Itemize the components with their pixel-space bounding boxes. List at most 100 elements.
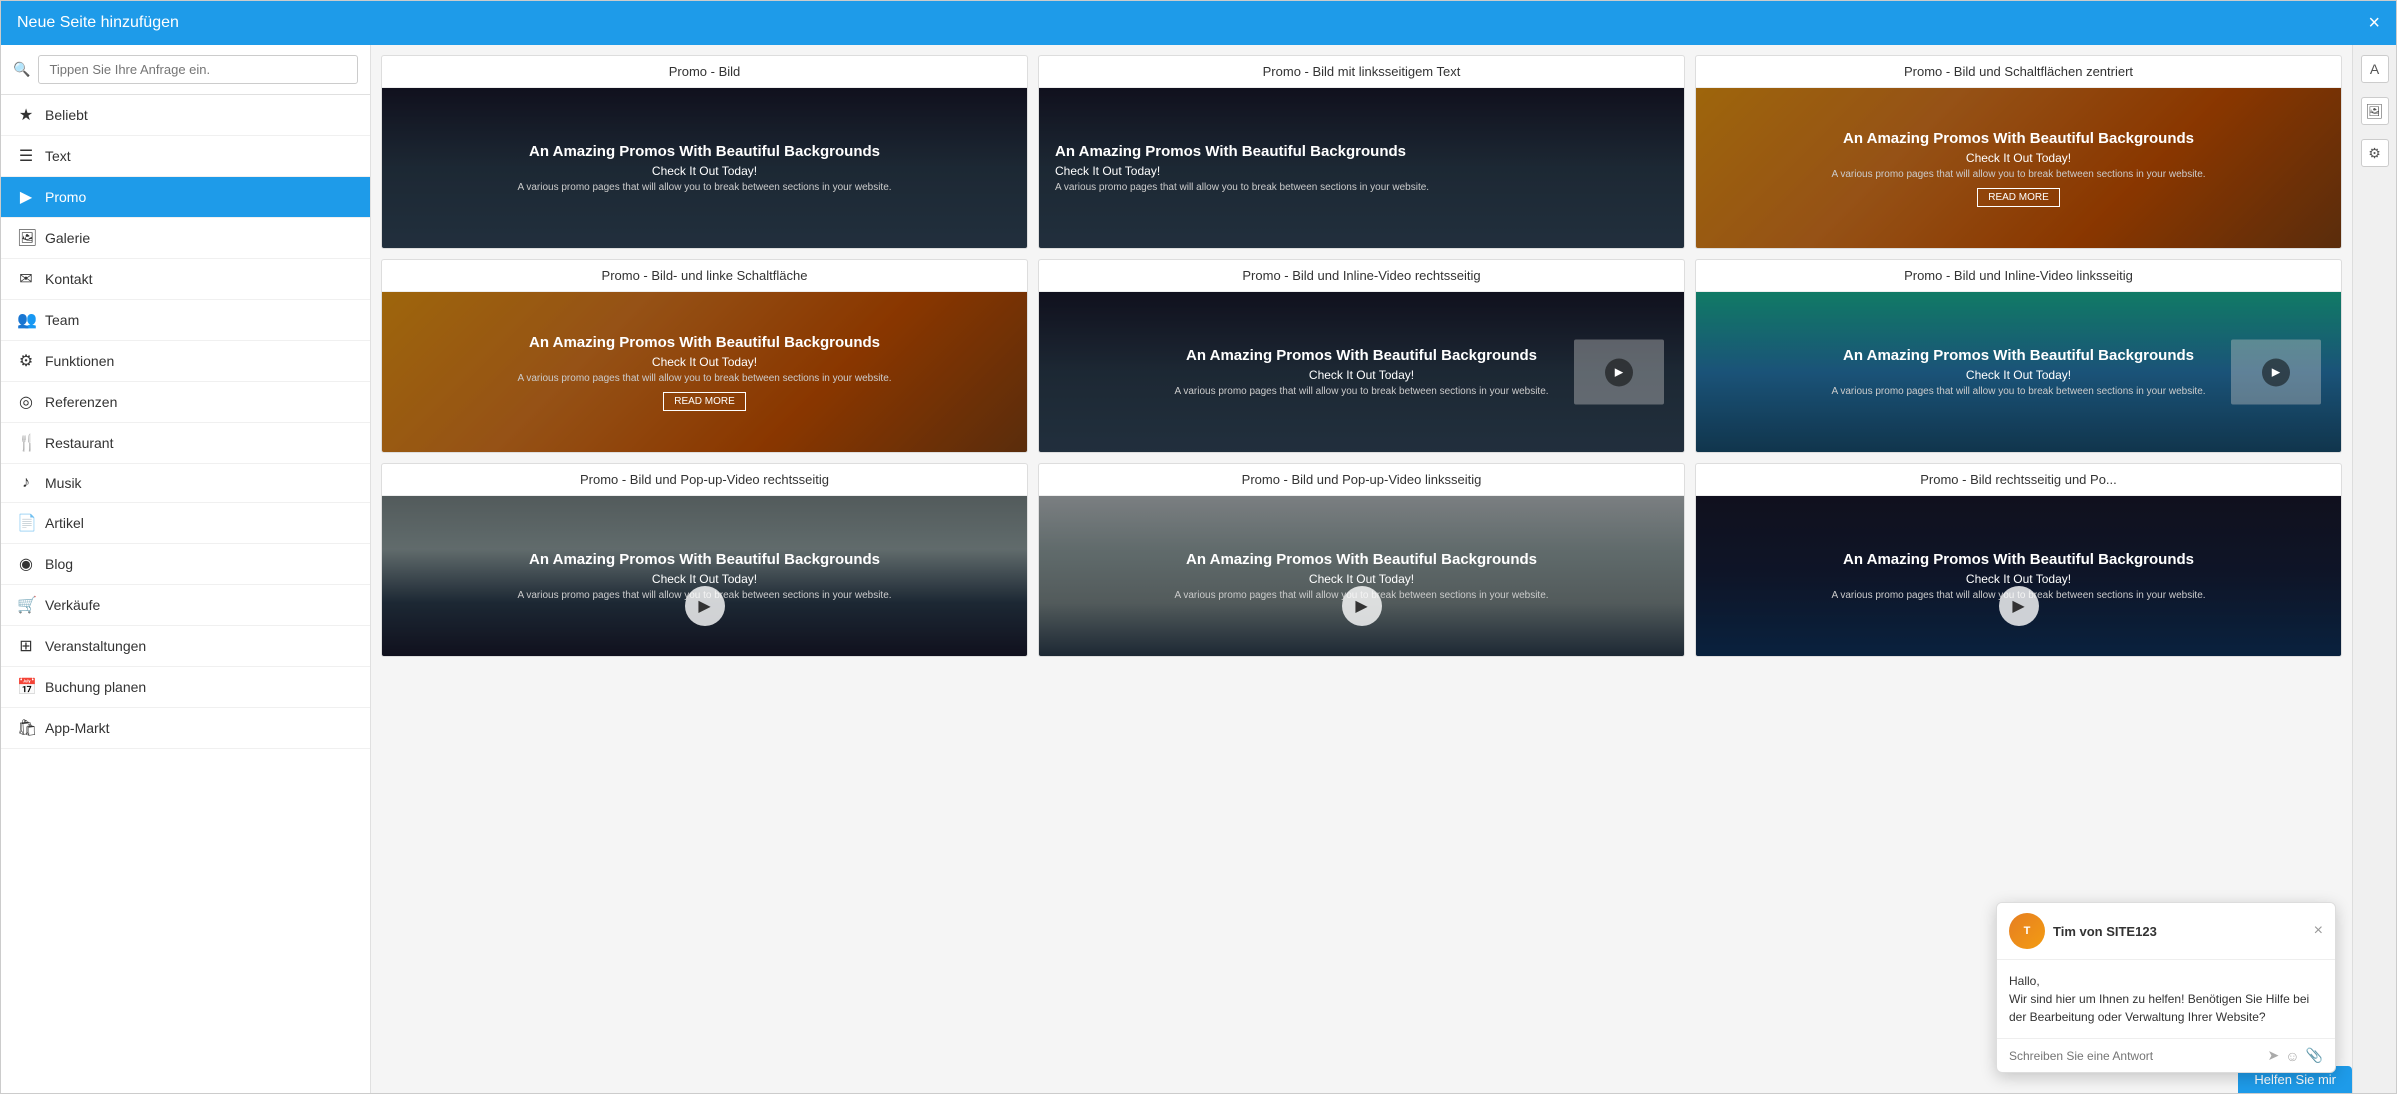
settings-icon[interactable]: ⚙ (2361, 139, 2389, 167)
card-promo-bild-schaltflaeche-links[interactable]: Promo - Bild- und linke Schaltfläche An … (381, 259, 1028, 453)
card-image: An Amazing Promos With Beautiful Backgro… (1039, 496, 1684, 656)
card-image: An Amazing Promos With Beautiful Backgro… (1696, 88, 2341, 248)
card-title: Promo - Bild und Pop-up-Video rechtsseit… (382, 464, 1027, 496)
card-overlay: An Amazing Promos With Beautiful Backgro… (1039, 88, 1684, 248)
card-promo-bild-rechts[interactable]: Promo - Bild rechtsseitig und Po... An A… (1695, 463, 2342, 657)
sidebar-item-galerie[interactable]: 🖼 Galerie (1, 218, 370, 259)
sidebar-item-funktionen[interactable]: ⚙ Funktionen (1, 341, 370, 382)
chat-close-button[interactable]: × (2314, 922, 2323, 940)
sidebar-item-promo[interactable]: ▶ Promo (1, 177, 370, 218)
card-promo-bild-video-links[interactable]: Promo - Bild und Inline-Video linksseiti… (1695, 259, 2342, 453)
sidebar-icon-text: ☰ (17, 146, 35, 166)
overlay-sub: Check It Out Today! (1966, 151, 2071, 165)
modal-header: Neue Seite hinzufügen × (1, 1, 2396, 45)
sidebar-item-blog[interactable]: ◉Blog (1, 544, 370, 585)
chat-input-area: ➤ ☺ 📎 (1997, 1038, 2335, 1072)
overlay-desc: A various promo pages that will allow yo… (1055, 182, 1429, 193)
sidebar-label-buchung: Buchung planen (45, 679, 146, 695)
sidebar-item-appmarkt[interactable]: 🛍 App-Markt (1, 708, 370, 749)
card-overlay-btn[interactable]: READ MORE (663, 392, 746, 411)
sidebar-label-artikel: Artikel (45, 515, 84, 531)
chat-popup: T Tim von SITE123 × Hallo,Wir sind hier … (1996, 902, 2336, 1073)
sidebar-label-referenzen: Referenzen (45, 394, 117, 410)
chat-input[interactable] (2009, 1049, 2262, 1063)
cards-grid: Promo - Bild An Amazing Promos With Beau… (381, 55, 2342, 657)
overlay-desc: A various promo pages that will allow yo… (517, 182, 891, 193)
card-overlay-btn[interactable]: READ MORE (1977, 188, 2060, 207)
sidebar-label-galerie: Galerie (45, 230, 90, 246)
card-image: An Amazing Promos With Beautiful Backgro… (382, 88, 1027, 248)
sidebar-label-appmarkt: App-Markt (45, 720, 110, 736)
modal: Neue Seite hinzufügen × 🔍 ★Beliebt☰Text▶… (0, 0, 2397, 1094)
chat-icon-buttons: ➤ ☺ 📎 (2268, 1047, 2323, 1064)
sidebar-item-restaurant[interactable]: 🍴Restaurant (1, 423, 370, 464)
card-promo-bild[interactable]: Promo - Bild An Amazing Promos With Beau… (381, 55, 1028, 249)
card-overlay: An Amazing Promos With Beautiful Backgro… (1696, 496, 2341, 656)
card-image: An Amazing Promos With Beautiful Backgro… (382, 292, 1027, 452)
sidebar-item-artikel[interactable]: 📄 Artikel (1, 503, 370, 544)
card-title: Promo - Bild- und linke Schaltfläche (382, 260, 1027, 292)
sidebar-label-promo: Promo (45, 189, 86, 205)
sidebar-item-team[interactable]: 👥Team (1, 300, 370, 341)
sidebar-icon-funktionen: ⚙ (17, 351, 35, 371)
sidebar-item-beliebt[interactable]: ★Beliebt (1, 95, 370, 136)
card-promo-bild-links[interactable]: Promo - Bild mit linksseitigem Text An A… (1038, 55, 1685, 249)
chat-attach-icon[interactable]: 📎 (2306, 1047, 2323, 1064)
sidebar-icon-beliebt: ★ (17, 105, 35, 125)
sidebar-item-text[interactable]: ☰Text (1, 136, 370, 177)
chat-send-icon[interactable]: ➤ (2268, 1047, 2280, 1064)
card-promo-bild-video-rechts[interactable]: Promo - Bild und Inline-Video rechtsseit… (1038, 259, 1685, 453)
overlay-sub: Check It Out Today! (1309, 368, 1414, 382)
card-image: An Amazing Promos With Beautiful Backgro… (1696, 292, 2341, 452)
sidebar-icon-musik: ♪ (17, 474, 35, 492)
card-title: Promo - Bild und Pop-up-Video linksseiti… (1039, 464, 1684, 496)
sidebar-label-verkaeufe: Verkäufe (45, 597, 100, 613)
card-image: An Amazing Promos With Beautiful Backgro… (382, 496, 1027, 656)
card-title: Promo - Bild und Inline-Video rechtsseit… (1039, 260, 1684, 292)
card-promo-bild-schaltflaechen[interactable]: Promo - Bild und Schaltflächen zentriert… (1695, 55, 2342, 249)
sidebar-label-restaurant: Restaurant (45, 435, 113, 451)
agent-avatar: T (2009, 913, 2045, 949)
card-promo-bild-popup-links[interactable]: Promo - Bild und Pop-up-Video linksseiti… (1038, 463, 1685, 657)
chat-message: Hallo,Wir sind hier um Ihnen zu helfen! … (1997, 960, 2335, 1038)
sidebar-items-list: ★Beliebt☰Text ▶ Promo 🖼 Galerie ✉ Kontakt 👥Team… (1, 95, 370, 1093)
chat-emoji-icon[interactable]: ☺ (2285, 1048, 2299, 1064)
chat-header: T Tim von SITE123 × (1997, 903, 2335, 960)
sidebar-item-musik[interactable]: ♪ Musik (1, 464, 370, 503)
sidebar-item-referenzen[interactable]: ◎Referenzen (1, 382, 370, 423)
sidebar-icon-team: 👥 (17, 310, 35, 330)
sidebar-item-kontakt[interactable]: ✉ Kontakt (1, 259, 370, 300)
sidebar-icon-blog: ◉ (17, 554, 35, 574)
sidebar-item-verkaeufe[interactable]: 🛒Verkäufe (1, 585, 370, 626)
card-title: Promo - Bild (382, 56, 1027, 88)
card-title: Promo - Bild und Inline-Video linksseiti… (1696, 260, 2341, 292)
card-promo-bild-popup-rechts[interactable]: Promo - Bild und Pop-up-Video rechtsseit… (381, 463, 1028, 657)
sidebar-label-kontakt: Kontakt (45, 271, 92, 287)
sidebar-icon-artikel: 📄 (17, 513, 35, 533)
search-input[interactable] (38, 55, 358, 84)
sidebar: 🔍 ★Beliebt☰Text ▶ Promo 🖼 Galerie ✉ Kontakt 👥Te… (1, 45, 371, 1093)
overlay-title: An Amazing Promos With Beautiful Backgro… (1186, 347, 1537, 364)
sidebar-icon-kontakt: ✉ (17, 269, 35, 289)
text-icon[interactable]: A (2361, 55, 2389, 83)
overlay-title: An Amazing Promos With Beautiful Backgro… (1843, 347, 2194, 364)
sidebar-label-musik: Musik (45, 475, 82, 491)
modal-close-button[interactable]: × (2368, 13, 2380, 33)
chat-text: Hallo,Wir sind hier um Ihnen zu helfen! … (2009, 972, 2323, 1026)
sidebar-icon-promo: ▶ (17, 187, 35, 207)
sidebar-item-buchung[interactable]: 📅Buchung planen (1, 667, 370, 708)
card-overlay: An Amazing Promos With Beautiful Backgro… (1696, 88, 2341, 248)
overlay-title: An Amazing Promos With Beautiful Backgro… (529, 143, 880, 160)
sidebar-icon-galerie: 🖼 (17, 228, 35, 248)
sidebar-label-veranstaltungen: Veranstaltungen (45, 638, 146, 654)
overlay-sub: Check It Out Today! (1309, 572, 1414, 586)
overlay-desc: A various promo pages that will allow yo… (1831, 386, 2205, 397)
sidebar-label-funktionen: Funktionen (45, 353, 114, 369)
overlay-title: An Amazing Promos With Beautiful Backgro… (1186, 551, 1537, 568)
sidebar-item-veranstaltungen[interactable]: ⊞Veranstaltungen (1, 626, 370, 667)
overlay-sub: Check It Out Today! (1966, 368, 2071, 382)
image-icon[interactable]: 🖼 (2361, 97, 2389, 125)
search-icon: 🔍 (13, 61, 30, 78)
overlay-sub: Check It Out Today! (1966, 572, 2071, 586)
sidebar-icon-appmarkt: 🛍 (17, 718, 35, 738)
